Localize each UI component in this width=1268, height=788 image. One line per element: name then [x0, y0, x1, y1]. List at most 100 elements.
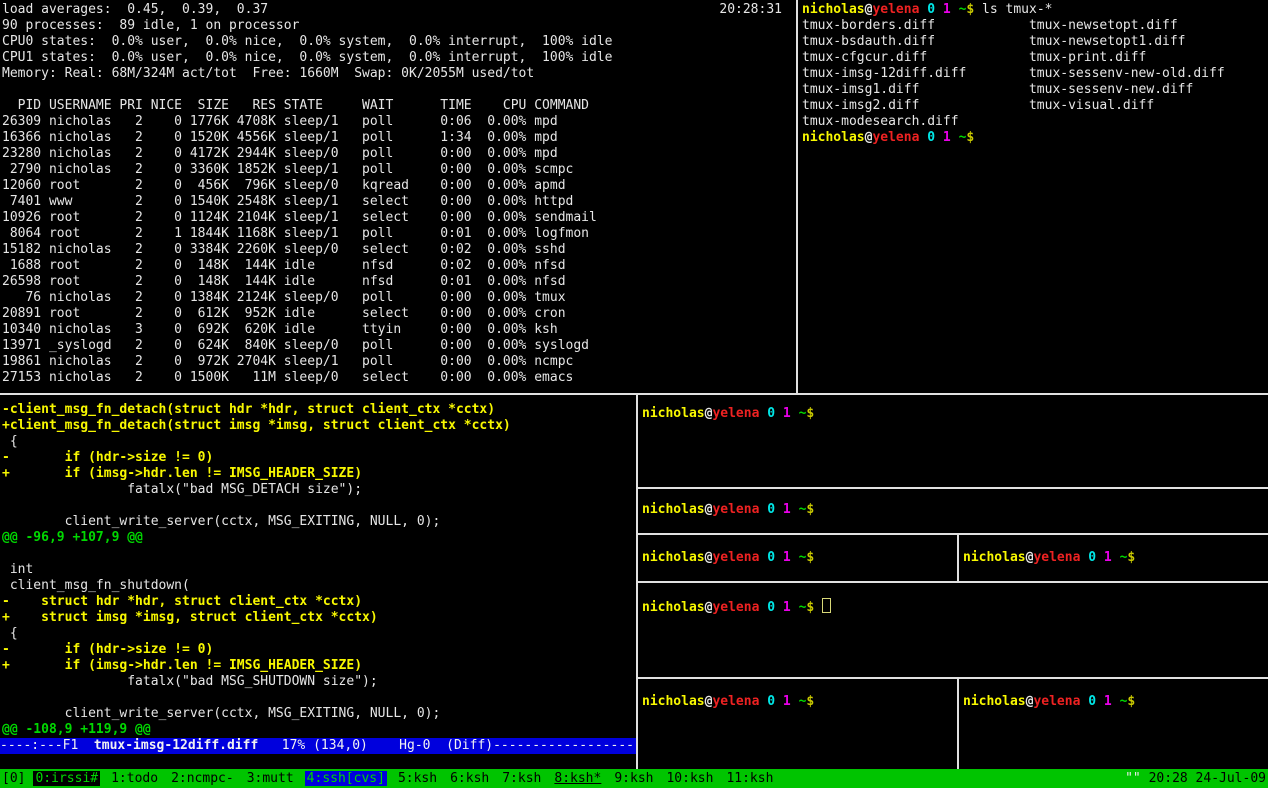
status-window-1[interactable]: 1:todo [109, 771, 160, 786]
diff-line-ctx: client_write_server(cctx, MSG_EXITING, N… [2, 706, 636, 722]
pane-top-command[interactable]: load averages: 0.45, 0.39, 0.3790 proces… [0, 0, 796, 393]
diff-line-add: + if (imsg->hdr.len != IMSG_HEADER_SIZE) [2, 658, 636, 674]
pane-border-right-1[interactable] [638, 487, 1268, 489]
status-right: "" 20:28 24-Jul-09 [1125, 771, 1268, 787]
emacs-buffer: -client_msg_fn_detach(struct hdr *hdr, s… [2, 402, 636, 738]
pane-shell-ls[interactable]: nicholas@yelena 0 1 ~$ ls tmux-*tmux-bor… [798, 0, 1268, 393]
status-window-3[interactable]: 3:mutt [245, 771, 296, 786]
pane-border-right-4[interactable] [638, 677, 1268, 679]
process-row: 2790 nicholas 2 0 3360K 1852K sleep/1 po… [2, 162, 796, 178]
shell-prompt-line: nicholas@yelena 0 1 ~$ [642, 598, 1268, 614]
status-window-7[interactable]: 7:ksh [500, 771, 543, 786]
text-line: Memory: Real: 68M/324M act/tot Free: 166… [2, 66, 796, 82]
status-window-8[interactable]: 8:ksh* [552, 771, 603, 786]
emacs-modeline: ----:---F1 tmux-imsg-12diff.diff 17% (13… [0, 738, 636, 754]
diff-line-add: + struct imsg *imsg, struct client_ctx *… [2, 610, 636, 626]
process-row: 13971 _syslogd 2 0 624K 840K sleep/0 pol… [2, 338, 796, 354]
process-row: 7401 www 2 0 1540K 2548K sleep/1 select … [2, 194, 796, 210]
process-row: 23280 nicholas 2 0 4172K 2944K sleep/0 p… [2, 146, 796, 162]
diff-line-del: -client_msg_fn_detach(struct hdr *hdr, s… [2, 402, 636, 418]
shell-prompt: nicholas@yelena 0 1 ~$ [642, 550, 957, 566]
process-table-header: PID USERNAME PRI NICE SIZE RES STATE WAI… [2, 98, 796, 114]
shell-prompt-line: nicholas@yelena 0 1 ~$ [802, 130, 1268, 146]
diff-line-hunk: @@ -96,9 +107,9 @@ [2, 530, 636, 546]
status-window-5[interactable]: 5:ksh [396, 771, 439, 786]
text-line: load averages: 0.45, 0.39, 0.37 [2, 2, 796, 18]
pane-border-vertical-top[interactable] [796, 0, 798, 394]
process-row: 1688 root 2 0 148K 144K idle nfsd 0:02 0… [2, 258, 796, 274]
diff-line-ctx: { [2, 626, 636, 642]
process-row: 10340 nicholas 3 0 692K 620K idle ttyin … [2, 322, 796, 338]
pane-border-horizontal-main[interactable] [0, 393, 1268, 395]
status-window-11[interactable]: 11:ksh [724, 771, 775, 786]
pane-emacs[interactable]: -client_msg_fn_detach(struct hdr *hdr, s… [0, 395, 636, 769]
pane-shell-3-right[interactable]: nicholas@yelena 0 1 ~$ [959, 536, 1268, 581]
status-window-0[interactable]: 0:irssi# [33, 771, 100, 786]
status-window-9[interactable]: 9:ksh [612, 771, 655, 786]
pane-shell-5-left[interactable]: nicholas@yelena 0 1 ~$ [638, 679, 957, 769]
shell-prompt: nicholas@yelena 0 1 ~$ [642, 502, 1268, 518]
process-row: 16366 nicholas 2 0 1520K 4556K sleep/1 p… [2, 130, 796, 146]
diff-line-ctx: client_write_server(cctx, MSG_EXITING, N… [2, 514, 636, 530]
shell-prompt: nicholas@yelena 0 1 ~$ [642, 694, 957, 710]
process-row: 26309 nicholas 2 0 1776K 4708K sleep/1 p… [2, 114, 796, 130]
process-row: 8064 root 2 1 1844K 1168K sleep/1 poll 0… [2, 226, 796, 242]
diff-line-del: - if (hdr->size != 0) [2, 450, 636, 466]
diff-line-del: - if (hdr->size != 0) [2, 642, 636, 658]
diff-line-add: +client_msg_fn_detach(struct imsg *imsg,… [2, 418, 636, 434]
status-session-name: [0] [0, 771, 25, 787]
tmux-status-bar: [0] 0:irssi# 1:todo 2:ncmpc- 3:mutt 4:ssh[cv… [0, 769, 1268, 788]
modeline-prefix: ----:---F1 [0, 738, 94, 753]
file-list-row: tmux-borders.diff tmux-newsetopt.diff [802, 18, 1268, 34]
file-list-row: tmux-bsdauth.diff tmux-newsetopt1.diff [802, 34, 1268, 50]
text-line: CPU1 states: 0.0% user, 0.0% nice, 0.0% … [2, 50, 796, 66]
pane-border-right-2[interactable] [638, 533, 1268, 535]
modeline-filename: tmux-imsg-12diff.diff [94, 738, 258, 753]
shell-prompt-line: nicholas@yelena 0 1 ~$ ls tmux-* [802, 2, 1268, 18]
diff-line-hunk: @@ -108,9 +119,9 @@ [2, 722, 636, 738]
diff-line-del: - struct hdr *hdr, struct client_ctx *cc… [2, 594, 636, 610]
pane-shell-1[interactable]: nicholas@yelena 0 1 ~$ [638, 395, 1268, 487]
top-clock: 20:28:31 [719, 2, 782, 18]
shell-prompt: nicholas@yelena 0 1 ~$ [963, 550, 1268, 566]
process-row: 10926 root 2 0 1124K 2104K sleep/1 selec… [2, 210, 796, 226]
shell-prompt: nicholas@yelena 0 1 ~$ [642, 600, 814, 615]
diff-line-ctx: int [2, 562, 636, 578]
pane-shell-4-active[interactable]: nicholas@yelena 0 1 ~$ [638, 583, 1268, 677]
text-line: CPU0 states: 0.0% user, 0.0% nice, 0.0% … [2, 34, 796, 50]
diff-line-ctx: fatalx("bad MSG_DETACH size"); [2, 482, 636, 498]
tmux-screen: load averages: 0.45, 0.39, 0.3790 proces… [0, 0, 1268, 788]
file-list-row: tmux-cfgcur.diff tmux-print.diff [802, 50, 1268, 66]
file-list-row: tmux-imsg1.diff tmux-sessenv-new.diff [802, 82, 1268, 98]
process-row: 19861 nicholas 2 0 972K 2704K sleep/1 po… [2, 354, 796, 370]
process-row: 15182 nicholas 2 0 3384K 2260K sleep/0 s… [2, 242, 796, 258]
status-window-2[interactable]: 2:ncmpc- [169, 771, 236, 786]
diff-line-ctx [2, 690, 636, 706]
status-window-list: 0:irssi# 1:todo 2:ncmpc- 3:mutt 4:ssh[cvs] 5:… [33, 771, 784, 787]
pane-shell-2[interactable]: nicholas@yelena 0 1 ~$ [638, 490, 1268, 533]
pane-shell-3-left[interactable]: nicholas@yelena 0 1 ~$ [638, 536, 957, 581]
diff-line-ctx: fatalx("bad MSG_SHUTDOWN size"); [2, 674, 636, 690]
process-row: 27153 nicholas 2 0 1500K 11M sleep/0 sel… [2, 370, 796, 386]
diff-line-add: + if (imsg->hdr.len != IMSG_HEADER_SIZE) [2, 466, 636, 482]
process-row: 12060 root 2 0 456K 796K sleep/0 kqread … [2, 178, 796, 194]
process-row: 20891 root 2 0 612K 952K idle select 0:0… [2, 306, 796, 322]
diff-line-ctx [2, 498, 636, 514]
terminal-cursor [822, 598, 831, 613]
pane-border-vertical-row3[interactable] [957, 535, 959, 581]
status-pane-title: "" [1125, 771, 1141, 786]
status-window-4[interactable]: 4:ssh[cvs] [305, 771, 387, 786]
file-list-row: tmux-imsg2.diff tmux-visual.diff [802, 98, 1268, 114]
file-list-row: tmux-modesearch.diff [802, 114, 1268, 130]
pane-shell-5-right[interactable]: nicholas@yelena 0 1 ~$ [959, 679, 1268, 769]
process-row: 26598 root 2 0 148K 144K idle nfsd 0:01 … [2, 274, 796, 290]
text-line: 90 processes: 89 idle, 1 on processor [2, 18, 796, 34]
process-row: 76 nicholas 2 0 1384K 2124K sleep/0 poll… [2, 290, 796, 306]
pane-border-vertical-row5[interactable] [957, 679, 959, 769]
status-window-6[interactable]: 6:ksh [448, 771, 491, 786]
status-window-10[interactable]: 10:ksh [664, 771, 715, 786]
text-line [2, 82, 796, 98]
status-clock: 20:28 24-Jul-09 [1149, 771, 1266, 786]
pane-border-right-3[interactable] [638, 581, 1268, 583]
file-list-row: tmux-imsg-12diff.diff tmux-sessenv-new-o… [802, 66, 1268, 82]
